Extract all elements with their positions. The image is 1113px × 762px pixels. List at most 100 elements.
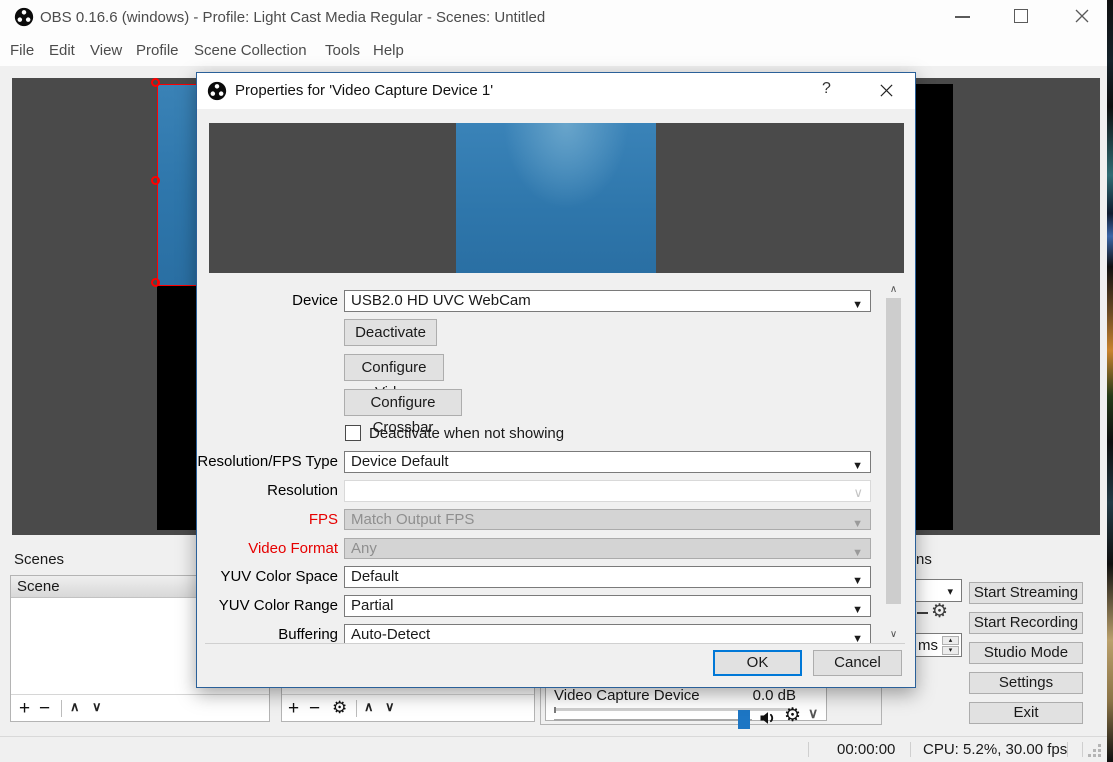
- chevron-down-icon: ▼: [852, 514, 863, 534]
- settings-button[interactable]: Settings: [969, 672, 1083, 694]
- deactivate-when-not-showing-checkbox[interactable]: [345, 425, 361, 441]
- move-scene-up-button[interactable]: ∧: [70, 699, 80, 715]
- sources-toolbar-separator: [356, 700, 357, 717]
- ok-button[interactable]: OK: [713, 650, 802, 676]
- move-scene-down-button[interactable]: ∨: [92, 699, 102, 715]
- status-separator: [1067, 742, 1068, 757]
- menu-help[interactable]: Help: [373, 42, 404, 59]
- resize-grip[interactable]: [1098, 744, 1101, 747]
- chevron-down-icon: ▼: [852, 295, 863, 315]
- chevron-down-icon: ▼: [852, 571, 863, 591]
- transition-gear-icon[interactable]: ⚙: [931, 600, 948, 623]
- duration-units-fragment: ms: [918, 637, 938, 654]
- scrollbar-up-icon[interactable]: ∧: [885, 281, 902, 298]
- dialog-scrollbar[interactable]: ∧ ∨: [885, 281, 902, 643]
- deactivate-button[interactable]: Deactivate: [344, 319, 437, 346]
- close-button[interactable]: [1074, 8, 1090, 29]
- spin-down-button[interactable]: ▾: [942, 646, 959, 655]
- yuv-color-range-combobox[interactable]: Partial▼: [344, 595, 871, 617]
- menu-tools[interactable]: Tools: [325, 42, 360, 59]
- cancel-button[interactable]: Cancel: [813, 650, 902, 676]
- menu-profile[interactable]: Profile: [136, 42, 179, 59]
- selection-handle-top-left[interactable]: [151, 78, 160, 87]
- fps-value: Match Output FPS: [351, 511, 474, 528]
- scenes-panel-title: Scenes: [14, 551, 64, 568]
- maximize-button[interactable]: [1014, 9, 1028, 23]
- configure-video-button[interactable]: Configure Video: [344, 354, 444, 381]
- window-title: OBS 0.16.6 (windows) - Profile: Light Ca…: [40, 9, 545, 26]
- speaker-icon[interactable]: [758, 708, 778, 733]
- desktop-edge: [1107, 0, 1113, 762]
- scrollbar-down-icon[interactable]: ∨: [885, 626, 902, 643]
- status-bar: 00:00:00 CPU: 5.2%, 30.00 fps: [0, 736, 1113, 762]
- configure-crossbar-button[interactable]: Configure Crossbar: [344, 389, 462, 416]
- dialog-title: Properties for 'Video Capture Device 1': [235, 82, 493, 99]
- video-format-label: Video Format: [197, 538, 338, 560]
- buffering-value: Auto-Detect: [351, 626, 430, 643]
- chevron-down-icon: ▼: [852, 543, 863, 563]
- dialog-help-button[interactable]: ?: [822, 80, 831, 98]
- transitions-title-fragment: ns: [916, 551, 932, 568]
- exit-button[interactable]: Exit: [969, 702, 1083, 724]
- add-scene-button[interactable]: +: [19, 699, 30, 719]
- dialog-camera-preview: [209, 123, 904, 273]
- dialog-separator: [205, 643, 905, 644]
- menu-bar: File Edit View Profile Scene Collection …: [0, 34, 1113, 66]
- spin-up-button[interactable]: ▴: [942, 636, 959, 645]
- fps-label: FPS: [197, 509, 338, 531]
- properties-dialog: Properties for 'Video Capture Device 1' …: [196, 72, 916, 688]
- selection-handle-mid-left[interactable]: [151, 176, 160, 185]
- resolution-combobox: ∨: [344, 480, 871, 502]
- selection-handle-bottom-left[interactable]: [151, 278, 160, 287]
- remove-source-button[interactable]: −: [309, 699, 320, 719]
- menu-file[interactable]: File: [10, 42, 34, 59]
- volume-slider-handle[interactable]: [738, 710, 750, 729]
- mixer-source-name: Video Capture Device: [554, 687, 700, 704]
- buffering-combobox[interactable]: Auto-Detect ▼: [344, 624, 871, 643]
- resolution-fps-type-combobox[interactable]: Device Default▼: [344, 451, 871, 473]
- obs-logo-icon: [14, 7, 34, 32]
- dialog-close-button[interactable]: [879, 83, 894, 103]
- sources-toolbar-divider: [282, 694, 534, 695]
- minimize-button[interactable]: [955, 16, 970, 18]
- remove-scene-button[interactable]: −: [39, 699, 50, 719]
- yuv-color-space-combobox[interactable]: Default▼: [344, 566, 871, 588]
- device-label: Device: [197, 290, 338, 312]
- dialog-titlebar[interactable]: Properties for 'Video Capture Device 1' …: [197, 73, 915, 109]
- yuv-color-range-value: Partial: [351, 597, 394, 614]
- window-titlebar: OBS 0.16.6 (windows) - Profile: Light Ca…: [0, 0, 1113, 34]
- remove-transition-button[interactable]: [917, 612, 928, 614]
- buffering-label: Buffering: [197, 624, 338, 643]
- move-source-down-button[interactable]: ∨: [385, 699, 395, 715]
- add-source-button[interactable]: +: [288, 699, 299, 719]
- scrollbar-thumb[interactable]: [886, 298, 901, 604]
- menu-scene-collection[interactable]: Scene Collection: [194, 42, 307, 59]
- volume-slider-track[interactable]: [554, 719, 752, 721]
- resolution-fps-type-label: Resolution/FPS Type: [197, 451, 338, 473]
- menu-view[interactable]: View: [90, 42, 122, 59]
- status-separator: [808, 742, 809, 757]
- menu-edit[interactable]: Edit: [49, 42, 75, 59]
- chevron-down-icon: ▼: [852, 629, 863, 643]
- resolution-label: Resolution: [197, 480, 338, 502]
- yuv-color-range-label: YUV Color Range: [197, 595, 338, 617]
- cpu-fps-status: CPU: 5.2%, 30.00 fps: [923, 741, 1067, 758]
- yuv-color-space-label: YUV Color Space: [197, 566, 338, 588]
- video-format-value: Any: [351, 540, 377, 557]
- studio-mode-button[interactable]: Studio Mode: [969, 642, 1083, 664]
- chevron-down-icon: ∨: [853, 483, 863, 503]
- chevron-down-icon: ▾: [947, 585, 953, 598]
- device-combobox[interactable]: USB2.0 HD UVC WebCam▼: [344, 290, 871, 312]
- video-format-combobox: Any▼: [344, 538, 871, 559]
- status-separator: [910, 742, 911, 757]
- deactivate-when-not-showing-label: Deactivate when not showing: [369, 425, 564, 442]
- mixer-scroll-chevron-down-icon[interactable]: ∨: [808, 705, 818, 722]
- chevron-down-icon: ▼: [852, 456, 863, 476]
- start-recording-button[interactable]: Start Recording: [969, 612, 1083, 634]
- mixer-source-row: Video Capture Device 0.0 dB: [554, 687, 796, 704]
- scenes-toolbar-separator: [61, 700, 62, 717]
- start-streaming-button[interactable]: Start Streaming: [969, 582, 1083, 604]
- mixer-gear-icon[interactable]: ⚙: [784, 704, 801, 727]
- move-source-up-button[interactable]: ∧: [364, 699, 374, 715]
- source-properties-gear-icon[interactable]: ⚙: [332, 698, 347, 718]
